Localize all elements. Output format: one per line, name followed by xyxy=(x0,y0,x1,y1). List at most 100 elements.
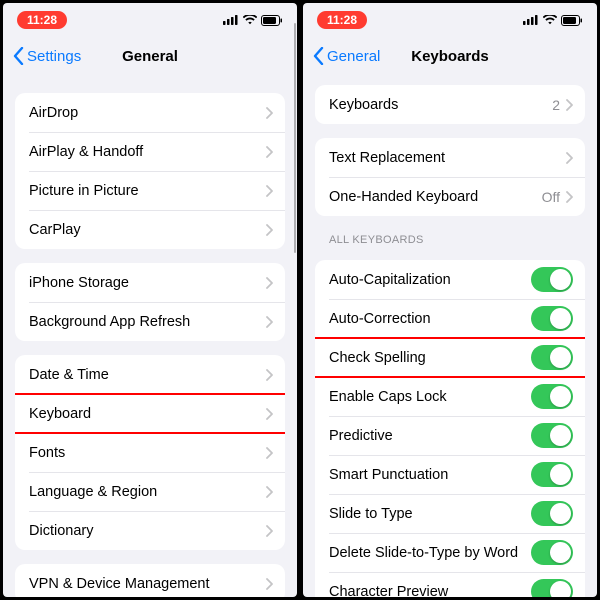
row-keyboard[interactable]: Keyboard xyxy=(15,394,285,433)
row-vpn-device-management[interactable]: VPN & Device Management xyxy=(15,564,285,597)
row-carplay[interactable]: CarPlay xyxy=(15,210,285,249)
chevron-right-icon xyxy=(266,408,273,420)
row-label: Date & Time xyxy=(29,367,266,383)
chevron-right-icon xyxy=(566,99,573,111)
chevron-right-icon xyxy=(266,525,273,537)
row-label: Smart Punctuation xyxy=(329,467,531,483)
row-keyboards[interactable]: Keyboards2 xyxy=(315,85,585,124)
row-detail: 2 xyxy=(552,97,560,113)
row-delete-slide-to-type-by-word[interactable]: Delete Slide-to-Type by Word xyxy=(315,533,585,572)
settings-group: Auto-Capitalization Auto-Correction Check … xyxy=(315,260,585,597)
chevron-right-icon xyxy=(266,578,273,590)
row-label: One-Handed Keyboard xyxy=(329,189,542,205)
nav-bar: General Keyboards xyxy=(303,37,597,75)
row-enable-caps-lock[interactable]: Enable Caps Lock xyxy=(315,377,585,416)
row-label: Delete Slide-to-Type by Word xyxy=(329,545,531,561)
toggle-switch[interactable] xyxy=(531,579,573,597)
toggle-switch[interactable] xyxy=(531,423,573,448)
row-date-time[interactable]: Date & Time xyxy=(15,355,285,394)
chevron-left-icon xyxy=(13,47,24,65)
row-text-replacement[interactable]: Text Replacement xyxy=(315,138,585,177)
settings-group: iPhone Storage Background App Refresh xyxy=(15,263,285,341)
chevron-right-icon xyxy=(266,146,273,158)
status-time: 11:28 xyxy=(17,11,67,29)
row-label: Picture in Picture xyxy=(29,183,266,199)
chevron-right-icon xyxy=(266,369,273,381)
section-header: ALL KEYBOARDS xyxy=(329,234,581,246)
row-label: Enable Caps Lock xyxy=(329,389,531,405)
settings-group: Date & Time Keyboard Fonts Language & Regio… xyxy=(15,355,285,550)
row-label: Slide to Type xyxy=(329,506,531,522)
row-label: AirDrop xyxy=(29,105,266,121)
row-label: Fonts xyxy=(29,445,266,461)
row-background-app-refresh[interactable]: Background App Refresh xyxy=(15,302,285,341)
row-auto-capitalization[interactable]: Auto-Capitalization xyxy=(315,260,585,299)
scrollbar[interactable] xyxy=(294,75,297,253)
row-label: iPhone Storage xyxy=(29,275,266,291)
status-indicators xyxy=(523,15,583,26)
row-character-preview[interactable]: Character Preview xyxy=(315,572,585,597)
row-picture-in-picture[interactable]: Picture in Picture xyxy=(15,171,285,210)
chevron-right-icon xyxy=(266,486,273,498)
row-dictionary[interactable]: Dictionary xyxy=(15,511,285,550)
row-smart-punctuation[interactable]: Smart Punctuation xyxy=(315,455,585,494)
back-label: General xyxy=(327,48,380,65)
back-button[interactable]: General xyxy=(313,47,380,65)
back-label: Settings xyxy=(27,48,81,65)
row-slide-to-type[interactable]: Slide to Type xyxy=(315,494,585,533)
toggle-switch[interactable] xyxy=(531,306,573,331)
row-label: CarPlay xyxy=(29,222,266,238)
chevron-right-icon xyxy=(266,185,273,197)
row-label: Character Preview xyxy=(329,584,531,598)
row-one-handed-keyboard[interactable]: One-Handed KeyboardOff xyxy=(315,177,585,216)
row-iphone-storage[interactable]: iPhone Storage xyxy=(15,263,285,302)
toggle-switch[interactable] xyxy=(531,540,573,565)
status-time: 11:28 xyxy=(317,11,367,29)
row-predictive[interactable]: Predictive xyxy=(315,416,585,455)
row-auto-correction[interactable]: Auto-Correction xyxy=(315,299,585,338)
toggle-switch[interactable] xyxy=(531,501,573,526)
settings-body-right: Keyboards2 Text Replacement One-Handed Key… xyxy=(303,75,597,597)
row-label: Auto-Correction xyxy=(329,311,531,327)
status-bar: 11:28 xyxy=(3,3,297,37)
chevron-right-icon xyxy=(566,152,573,164)
toggle-switch[interactable] xyxy=(531,345,573,370)
row-label: VPN & Device Management xyxy=(29,576,266,592)
chevron-right-icon xyxy=(566,191,573,203)
settings-group: VPN & Device Management xyxy=(15,564,285,597)
settings-body-left: AirDrop AirPlay & Handoff Picture in Pictu… xyxy=(3,75,297,597)
toggle-switch[interactable] xyxy=(531,462,573,487)
row-label: Dictionary xyxy=(29,523,266,539)
row-label: AirPlay & Handoff xyxy=(29,144,266,160)
row-label: Text Replacement xyxy=(329,150,566,166)
row-label: Language & Region xyxy=(29,484,266,500)
row-detail: Off xyxy=(542,189,560,205)
back-button[interactable]: Settings xyxy=(13,47,81,65)
row-label: Check Spelling xyxy=(329,350,531,366)
status-indicators xyxy=(223,15,283,26)
chevron-right-icon xyxy=(266,277,273,289)
row-airplay-handoff[interactable]: AirPlay & Handoff xyxy=(15,132,285,171)
chevron-right-icon xyxy=(266,107,273,119)
toggle-switch[interactable] xyxy=(531,384,573,409)
row-label: Predictive xyxy=(329,428,531,444)
row-language-region[interactable]: Language & Region xyxy=(15,472,285,511)
settings-group: AirDrop AirPlay & Handoff Picture in Pictu… xyxy=(15,93,285,249)
row-label: Background App Refresh xyxy=(29,314,266,330)
phone-general: 11:28 Settings General AirDrop AirPlay & … xyxy=(3,3,297,597)
chevron-left-icon xyxy=(313,47,324,65)
row-label: Auto-Capitalization xyxy=(329,272,531,288)
nav-bar: Settings General xyxy=(3,37,297,75)
chevron-right-icon xyxy=(266,316,273,328)
row-airdrop[interactable]: AirDrop xyxy=(15,93,285,132)
row-label: Keyboards xyxy=(329,97,552,113)
settings-group: Text Replacement One-Handed KeyboardOff xyxy=(315,138,585,216)
chevron-right-icon xyxy=(266,447,273,459)
row-label: Keyboard xyxy=(29,406,266,422)
row-check-spelling[interactable]: Check Spelling xyxy=(315,338,585,377)
toggle-switch[interactable] xyxy=(531,267,573,292)
row-fonts[interactable]: Fonts xyxy=(15,433,285,472)
settings-group: Keyboards2 xyxy=(315,85,585,124)
chevron-right-icon xyxy=(266,224,273,236)
status-bar: 11:28 xyxy=(303,3,597,37)
